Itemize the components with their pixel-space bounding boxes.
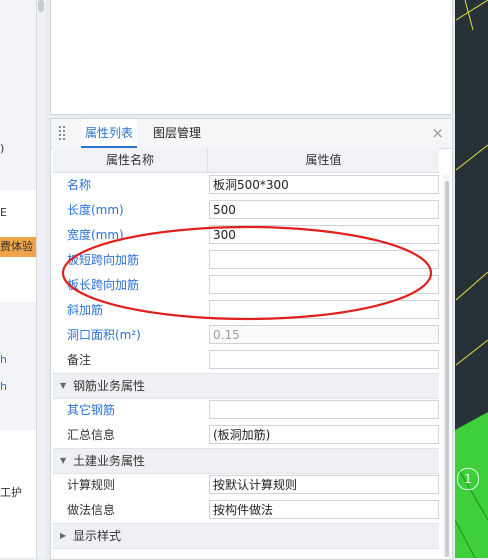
group-label: 显示样式 (73, 529, 122, 543)
property-row: 宽度(mm) 300 (53, 223, 439, 248)
property-value-input[interactable] (209, 250, 439, 269)
property-label: 洞口面积(m²) (67, 328, 141, 342)
property-row: 备注 (53, 348, 439, 373)
column-header-name: 属性名称 (53, 148, 208, 173)
left-link[interactable]: h (0, 353, 7, 366)
property-value-input[interactable]: 板洞500*300 (209, 175, 439, 194)
left-text: 工护 (0, 486, 22, 499)
panel-scrollbar-thumb[interactable] (445, 181, 449, 557)
property-value-input[interactable] (209, 300, 439, 319)
left-scrollbar[interactable] (37, 0, 46, 558)
properties-panel: 属性列表 图层管理 × 属性名称 属性值 名称 板洞500*300 长度(mm)… (50, 118, 453, 560)
property-row: 板短跨向加筋 (53, 248, 439, 273)
property-label: 斜加筋 (67, 303, 104, 317)
property-value-input[interactable] (209, 275, 439, 294)
column-header-value: 属性值 (208, 148, 439, 173)
property-label: 其它钢筋 (67, 403, 116, 417)
property-value-input[interactable]: 500 (209, 200, 439, 219)
group-label: 钢筋业务属性 (73, 379, 146, 393)
property-row: 洞口面积(m²) 0.15 (53, 323, 439, 348)
drag-grip-icon[interactable] (59, 126, 67, 140)
property-value-input[interactable] (209, 400, 439, 419)
left-text: ) (0, 142, 5, 155)
left-side-panel: ) E 费体验 h h 工护 (0, 0, 37, 558)
property-value-input[interactable] (209, 350, 439, 369)
property-label: 汇总信息 (67, 428, 116, 442)
property-value-input[interactable]: (板洞加筋) (209, 425, 439, 444)
property-row: 斜加筋 (53, 298, 439, 323)
property-label: 计算规则 (67, 478, 116, 492)
property-row: 做法信息 按构件做法 (53, 498, 439, 523)
left-scrollbar-thumb[interactable] (38, 0, 44, 12)
property-row: 板长跨向加筋 (53, 273, 439, 298)
group-header-rebar[interactable]: ▼ 钢筋业务属性 (53, 373, 439, 399)
group-header-civil[interactable]: ▼ 土建业务属性 (53, 448, 439, 474)
left-text: E (0, 206, 7, 219)
close-icon[interactable]: × (431, 123, 444, 143)
property-label: 备注 (67, 353, 92, 367)
group-header-display-style[interactable]: ▶ 显示样式 (53, 523, 439, 549)
upper-blank-panel (50, 0, 453, 115)
property-row: 其它钢筋 (53, 398, 439, 423)
tab-property-list[interactable]: 属性列表 (81, 119, 138, 148)
property-row: 计算规则 按默认计算规则 (53, 473, 439, 498)
left-badge-tag[interactable]: 费体验 (0, 237, 36, 257)
property-label: 名称 (67, 178, 92, 192)
property-row: 长度(mm) 500 (53, 198, 439, 223)
property-label: 板短跨向加筋 (67, 253, 140, 267)
property-value-input[interactable]: 300 (209, 225, 439, 244)
property-label: 长度(mm) (67, 203, 124, 217)
property-row: 汇总信息 (板洞加筋) (53, 423, 439, 448)
collapse-caret-icon[interactable]: ▼ (60, 374, 66, 398)
property-value-readonly: 0.15 (209, 325, 439, 344)
group-label: 土建业务属性 (73, 454, 146, 468)
panel-tab-bar: 属性列表 图层管理 × (51, 119, 452, 149)
property-label: 宽度(mm) (67, 228, 124, 242)
view-axis-badge[interactable]: 1 (457, 468, 479, 490)
tab-layer-management[interactable]: 图层管理 (149, 119, 205, 147)
property-value-input[interactable]: 按构件做法 (209, 500, 439, 519)
property-label: 做法信息 (67, 503, 116, 517)
expand-caret-icon[interactable]: ▶ (60, 524, 66, 548)
property-row: 名称 板洞500*300 (53, 173, 439, 198)
property-label: 板长跨向加筋 (67, 278, 140, 292)
left-link[interactable]: h (0, 380, 7, 393)
property-value-input[interactable]: 按默认计算规则 (209, 475, 439, 494)
collapse-caret-icon[interactable]: ▼ (60, 449, 66, 473)
